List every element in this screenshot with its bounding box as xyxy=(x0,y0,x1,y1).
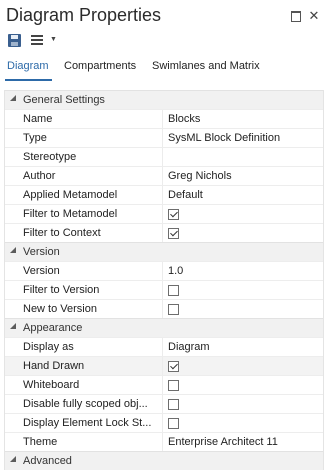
checkbox[interactable] xyxy=(168,304,179,315)
property-value[interactable]: Default xyxy=(168,189,203,201)
checkbox[interactable] xyxy=(168,228,179,239)
property-value[interactable]: SysML Block Definition xyxy=(168,132,280,144)
tab-bar: Diagram Compartments Swimlanes and Matri… xyxy=(0,53,326,83)
collapse-arrow-icon[interactable] xyxy=(10,247,16,253)
save-icon[interactable] xyxy=(8,34,21,47)
collapse-arrow-icon[interactable] xyxy=(10,456,16,462)
property-name: Stereotype xyxy=(23,151,77,163)
property-row-stereotype[interactable]: Stereotype xyxy=(5,147,323,167)
section-label: Version xyxy=(23,246,60,258)
property-row-filter-to-version[interactable]: Filter to Version xyxy=(5,280,323,300)
restore-icon[interactable] xyxy=(290,10,302,22)
column-divider xyxy=(162,414,163,433)
property-row-name[interactable]: Name Blocks xyxy=(5,109,323,129)
property-name: Filter to Metamodel xyxy=(23,208,118,220)
property-name: Author xyxy=(23,170,56,182)
property-name: Display as xyxy=(23,341,74,353)
checkbox[interactable] xyxy=(168,418,179,429)
collapse-arrow-icon[interactable] xyxy=(10,95,16,101)
property-row-filter-to-metamodel[interactable]: Filter to Metamodel xyxy=(5,204,323,224)
column-divider xyxy=(162,224,163,243)
column-divider xyxy=(162,110,163,129)
property-name: Whiteboard xyxy=(23,379,80,391)
section-version[interactable]: Version xyxy=(5,242,323,261)
column-divider xyxy=(162,129,163,148)
property-name: Hand Drawn xyxy=(23,360,85,372)
property-row-applied-metamodel[interactable]: Applied Metamodel Default xyxy=(5,185,323,205)
column-divider xyxy=(162,186,163,205)
property-row-theme[interactable]: Theme Enterprise Architect 11 xyxy=(5,432,323,452)
section-appearance[interactable]: Appearance xyxy=(5,318,323,337)
hamburger-menu-icon[interactable] xyxy=(31,35,45,46)
property-row-hand-drawn[interactable]: Hand Drawn xyxy=(5,356,323,376)
collapse-arrow-icon[interactable] xyxy=(10,323,16,329)
section-label: Advanced xyxy=(23,455,72,467)
title-bar: Diagram Properties ✕ xyxy=(0,0,326,32)
column-divider xyxy=(162,167,163,186)
column-divider xyxy=(162,148,163,167)
tab-diagram[interactable]: Diagram xyxy=(7,60,49,72)
column-divider xyxy=(162,281,163,300)
column-divider xyxy=(162,338,163,357)
column-divider xyxy=(162,205,163,224)
chevron-down-icon[interactable]: ▼ xyxy=(50,36,57,43)
property-row-whiteboard[interactable]: Whiteboard xyxy=(5,375,323,395)
property-row-display-element-lock[interactable]: Display Element Lock St... xyxy=(5,413,323,433)
property-value[interactable]: 1.0 xyxy=(168,265,183,277)
property-row-filter-to-context[interactable]: Filter to Context xyxy=(5,223,323,243)
column-divider xyxy=(162,376,163,395)
close-icon[interactable]: ✕ xyxy=(308,9,320,22)
property-name: Version xyxy=(23,265,60,277)
section-advanced[interactable]: Advanced xyxy=(5,451,323,470)
property-name: Disable fully scoped obj... xyxy=(23,398,148,410)
property-row-disable-fully-scoped[interactable]: Disable fully scoped obj... xyxy=(5,394,323,414)
section-label: Appearance xyxy=(23,322,83,334)
property-name: Applied Metamodel xyxy=(23,189,118,201)
checkbox[interactable] xyxy=(168,399,179,410)
property-name: Filter to Context xyxy=(23,227,101,239)
property-name: Type xyxy=(23,132,47,144)
checkbox[interactable] xyxy=(168,380,179,391)
property-grid: General Settings Name Blocks Type SysML … xyxy=(4,90,324,470)
property-name: Theme xyxy=(23,436,58,448)
column-divider xyxy=(162,395,163,414)
checkbox[interactable] xyxy=(168,361,179,372)
property-row-author[interactable]: Author Greg Nichols xyxy=(5,166,323,186)
tab-compartments[interactable]: Compartments xyxy=(64,60,136,72)
property-name: New to Version xyxy=(23,303,97,315)
column-divider xyxy=(162,262,163,281)
property-row-version[interactable]: Version 1.0 xyxy=(5,261,323,281)
column-divider xyxy=(162,300,163,319)
property-name: Filter to Version xyxy=(23,284,100,296)
property-name: Display Element Lock St... xyxy=(23,417,152,429)
property-value[interactable]: Diagram xyxy=(168,341,210,353)
property-value[interactable]: Blocks xyxy=(168,113,200,125)
window-title: Diagram Properties xyxy=(6,5,162,25)
section-label: General Settings xyxy=(23,94,105,106)
column-divider xyxy=(162,433,163,452)
property-value[interactable]: Greg Nichols xyxy=(168,170,232,182)
property-row-type[interactable]: Type SysML Block Definition xyxy=(5,128,323,148)
property-row-new-to-version[interactable]: New to Version xyxy=(5,299,323,319)
active-tab-indicator xyxy=(5,79,52,81)
section-general-settings[interactable]: General Settings xyxy=(5,90,323,109)
toolbar: ▼ xyxy=(0,32,326,52)
tab-swimlanes-and-matrix[interactable]: Swimlanes and Matrix xyxy=(152,60,260,72)
checkbox[interactable] xyxy=(168,209,179,220)
property-row-display-as[interactable]: Display as Diagram xyxy=(5,337,323,357)
property-value[interactable]: Enterprise Architect 11 xyxy=(168,436,278,448)
property-name: Name xyxy=(23,113,53,125)
checkbox[interactable] xyxy=(168,285,179,296)
column-divider xyxy=(162,357,163,376)
